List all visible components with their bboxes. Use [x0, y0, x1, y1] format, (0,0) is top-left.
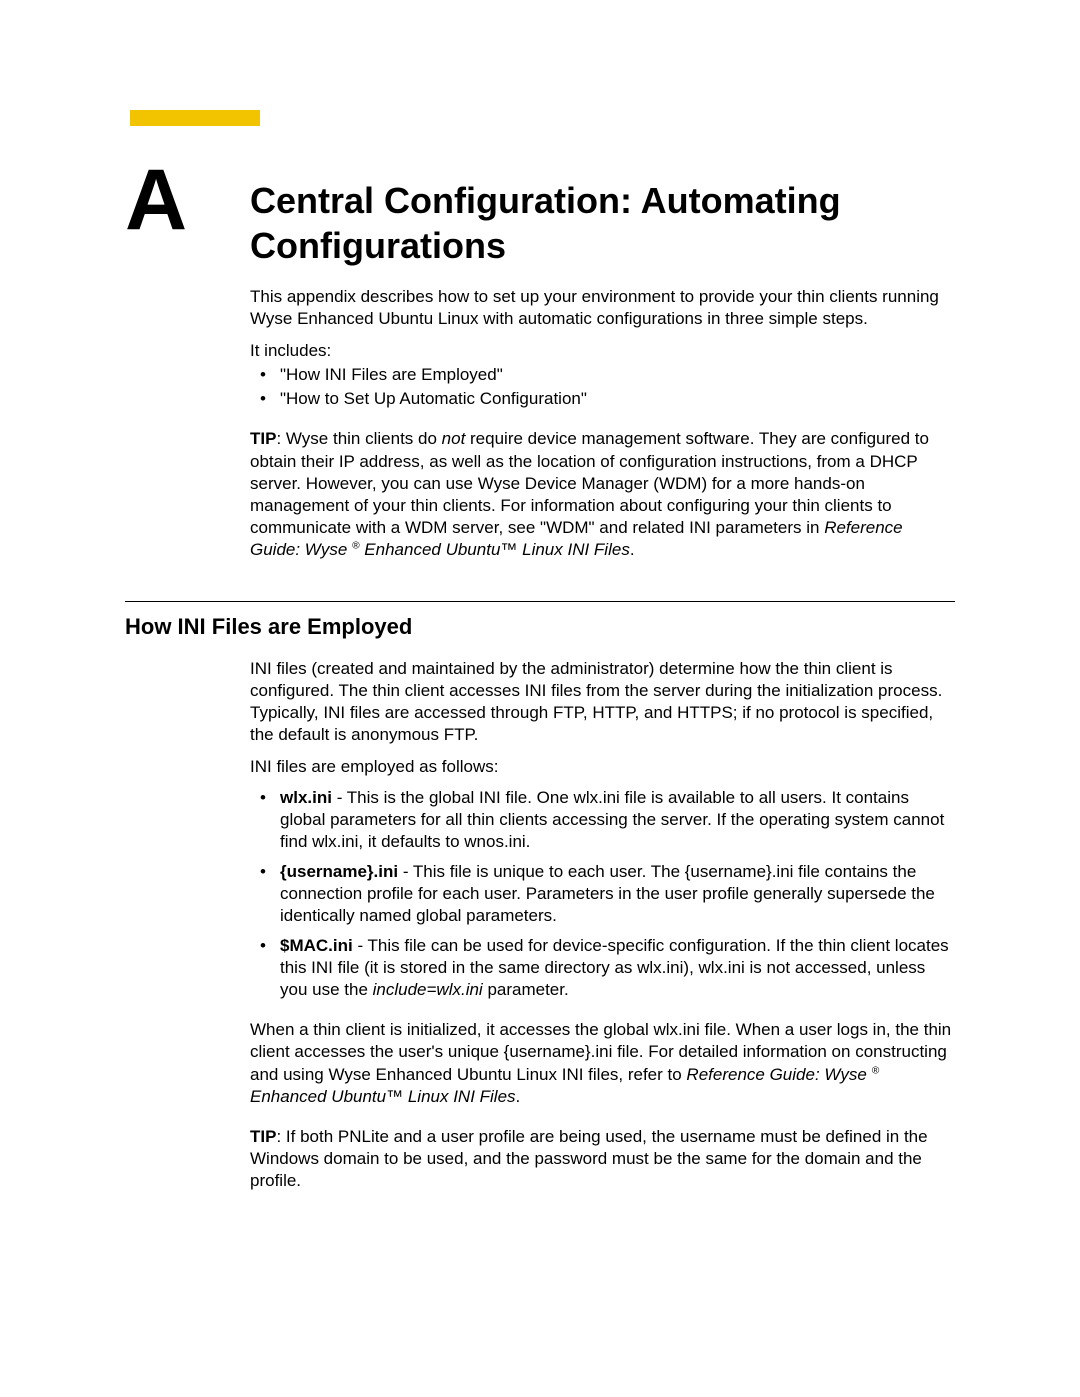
tip-label: TIP: [250, 429, 276, 448]
intro-paragraph: This appendix describes how to set up yo…: [250, 286, 955, 330]
accent-bar: [130, 110, 260, 126]
ini-desc: parameter.: [483, 980, 569, 999]
list-item: "How to Set Up Automatic Configuration": [250, 388, 955, 410]
period: .: [630, 540, 635, 559]
body-column: INI files (created and maintained by the…: [250, 658, 955, 1192]
tip-paragraph: TIP: If both PNLite and a user profile a…: [250, 1126, 955, 1192]
tip-paragraph: TIP: Wyse thin clients do not require de…: [250, 428, 955, 561]
list-item: wlx.ini - This is the global INI file. O…: [250, 787, 955, 853]
ini-param: include=wlx.ini: [373, 980, 483, 999]
appendix-header: A Central Configuration: Automating Conf…: [125, 166, 955, 268]
page-title: Central Configuration: Automating Config…: [250, 178, 955, 268]
page: A Central Configuration: Automating Conf…: [0, 0, 1080, 1252]
ini-name: $MAC.ini: [280, 936, 353, 955]
list-item: $MAC.ini - This file can be used for dev…: [250, 935, 955, 1001]
reference-guide: Enhanced Ubuntu™ Linux INI Files: [250, 1087, 516, 1106]
ini-desc: - This is the global INI file. One wlx.i…: [280, 788, 944, 851]
tip-text: : Wyse thin clients do: [276, 429, 441, 448]
ini-name: {username}.ini: [280, 862, 398, 881]
list-item: {username}.ini - This file is unique to …: [250, 861, 955, 927]
ini-lead: INI files are employed as follows:: [250, 756, 955, 778]
list-item: "How INI Files are Employed": [250, 364, 955, 386]
reg-mark: ®: [867, 1065, 879, 1084]
reference-guide: Enhanced Ubuntu™ Linux INI Files: [360, 540, 630, 559]
tip-label: TIP: [250, 1127, 276, 1146]
tip-text: : If both PNLite and a user profile are …: [250, 1127, 928, 1190]
appendix-letter: A: [125, 166, 250, 235]
section-paragraph: When a thin client is initialized, it ac…: [250, 1019, 955, 1107]
includes-lead: It includes:: [250, 340, 955, 362]
section-paragraph: INI files (created and maintained by the…: [250, 658, 955, 746]
section-heading: How INI Files are Employed: [125, 614, 955, 640]
ini-list: wlx.ini - This is the global INI file. O…: [250, 787, 955, 1002]
tip-not: not: [442, 429, 466, 448]
body-column: This appendix describes how to set up yo…: [250, 286, 955, 561]
includes-list: "How INI Files are Employed" "How to Set…: [250, 364, 955, 410]
ini-name: wlx.ini: [280, 788, 332, 807]
period: .: [516, 1087, 521, 1106]
section-rule: [125, 601, 955, 602]
reg-mark: ®: [347, 540, 359, 559]
reference-guide: Reference Guide: Wyse: [686, 1065, 866, 1084]
